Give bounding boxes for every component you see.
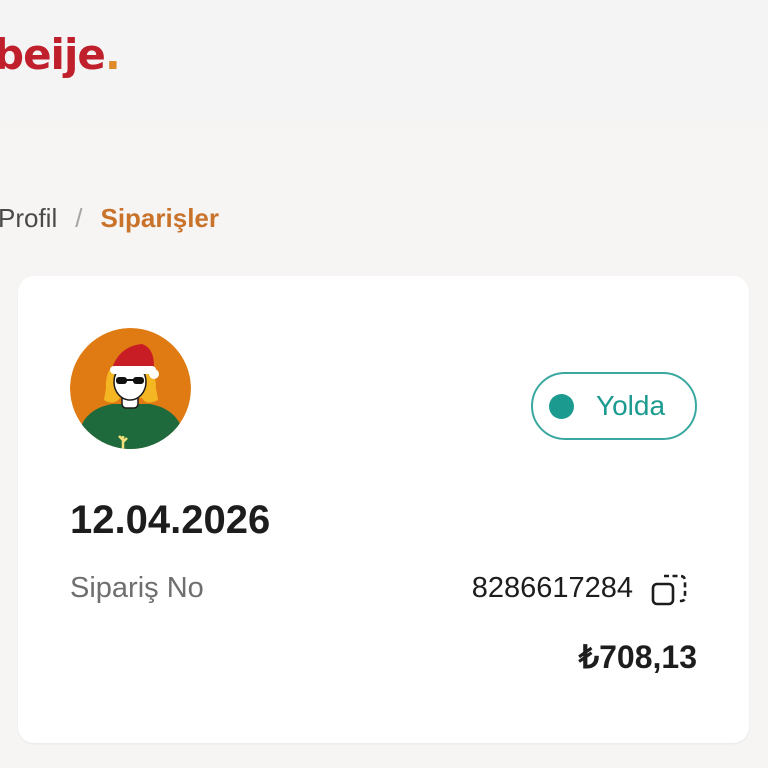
top-header: beije. xyxy=(0,0,768,122)
order-number-label: Sipariş No xyxy=(70,572,204,604)
breadcrumb: Profil / Siparişler xyxy=(0,203,219,234)
avatar-illustration-icon xyxy=(70,328,191,449)
order-card[interactable]: Yolda 12.04.2026 Sipariş No 8286617284 ₺… xyxy=(18,276,749,743)
brand-logo[interactable]: beije. xyxy=(0,30,121,79)
status-label: Yolda xyxy=(596,390,666,421)
breadcrumb-item-siparisler: Siparişler xyxy=(100,203,219,233)
order-date: 12.04.2026 xyxy=(70,498,271,542)
status-dot-icon xyxy=(549,393,574,419)
order-number-value: 8286617284 xyxy=(471,572,633,604)
breadcrumb-item-profil[interactable]: Profil xyxy=(0,203,57,234)
breadcrumb-separator: / xyxy=(75,203,83,233)
logo-dot: . xyxy=(104,30,121,79)
copy-icon[interactable] xyxy=(650,571,690,611)
order-status-badge: Yolda xyxy=(531,372,697,440)
order-total: ₺708,13 xyxy=(578,639,697,675)
avatar xyxy=(70,328,191,449)
logo-text: beije xyxy=(0,30,106,79)
